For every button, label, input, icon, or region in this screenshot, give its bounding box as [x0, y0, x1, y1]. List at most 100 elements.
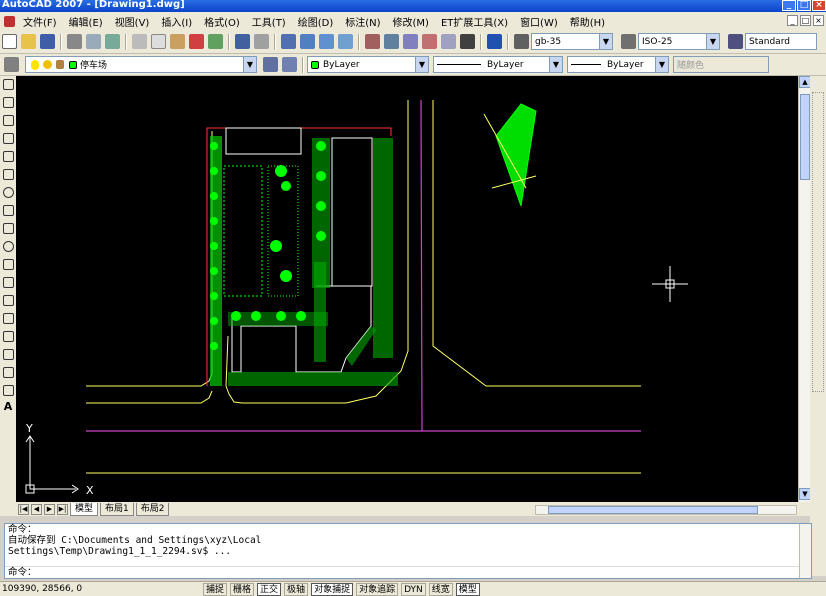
undo-icon[interactable] [235, 34, 250, 49]
tool-palettes-icon[interactable] [403, 34, 418, 49]
copy-icon[interactable] [151, 34, 166, 49]
open-file-icon[interactable] [21, 34, 36, 49]
menu-edit[interactable]: 编辑(E) [63, 14, 109, 29]
menu-window[interactable]: 窗口(W) [514, 14, 564, 29]
menu-dimension[interactable]: 标注(N) [339, 14, 386, 29]
doc-close-button[interactable]: × [813, 15, 824, 26]
chevron-down-icon[interactable]: ▼ [655, 57, 668, 72]
drawing-canvas[interactable]: Y X [16, 76, 798, 502]
app-icon[interactable] [4, 15, 15, 27]
color-select[interactable]: ByLayer ▼ [307, 56, 429, 73]
calculator-icon[interactable] [460, 34, 475, 49]
zoom-realtime-icon[interactable] [300, 34, 315, 49]
command-input[interactable]: 命令： [5, 566, 811, 578]
lineweight-toggle[interactable]: 线宽 [428, 582, 453, 596]
dyn-toggle[interactable]: DYN [401, 582, 426, 596]
markup-icon[interactable] [441, 34, 456, 49]
text-style-select[interactable]: gb-35 ▼ [531, 33, 613, 50]
print-icon[interactable] [67, 34, 82, 49]
osnap-toggle[interactable]: 对象捕捉 [311, 582, 354, 596]
chevron-down-icon[interactable]: ▼ [706, 34, 719, 49]
snap-toggle[interactable]: 捕捉 [203, 582, 228, 596]
doc-minimize-button[interactable]: _ [787, 15, 798, 26]
menu-draw[interactable]: 绘图(D) [292, 14, 340, 29]
ellipse-icon[interactable] [2, 241, 14, 252]
close-button[interactable]: × [812, 0, 826, 11]
dim-style-select[interactable]: ISO-25 ▼ [638, 33, 720, 50]
linetype-select[interactable]: ByLayer ▼ [433, 56, 563, 73]
polyline-icon[interactable] [2, 115, 14, 126]
chevron-down-icon[interactable]: ▼ [243, 57, 256, 72]
match-properties-icon[interactable] [189, 34, 204, 49]
scroll-thumb[interactable] [800, 94, 810, 180]
insert-block-icon[interactable] [2, 277, 14, 288]
next-tab-icon[interactable]: ▶ [44, 503, 55, 515]
horizontal-scrollbar[interactable] [535, 505, 797, 515]
save-icon[interactable] [40, 34, 55, 49]
tab-layout1[interactable]: 布局1 [100, 502, 134, 516]
table-style-select[interactable]: Standard [745, 33, 817, 50]
chevron-down-icon[interactable]: ▼ [415, 57, 428, 72]
print-preview-icon[interactable] [86, 34, 101, 49]
hscroll-thumb[interactable] [548, 506, 758, 514]
spline-icon[interactable] [2, 223, 14, 234]
menu-tools[interactable]: 工具(T) [246, 14, 292, 29]
multiline-text-icon[interactable]: A [4, 400, 13, 413]
polygon-icon[interactable] [2, 133, 14, 144]
layer-select[interactable]: 停车场 ▼ [25, 56, 257, 73]
lineweight-select[interactable]: ByLayer ▼ [567, 56, 669, 73]
ellipse-arc-icon[interactable] [2, 259, 14, 270]
point-icon[interactable] [2, 313, 14, 324]
make-current-icon[interactable] [263, 57, 278, 72]
region-icon[interactable] [2, 367, 14, 378]
circle-icon[interactable] [2, 187, 14, 198]
properties-icon[interactable] [365, 34, 380, 49]
table-icon[interactable] [2, 385, 14, 396]
ortho-toggle[interactable]: 正交 [257, 582, 282, 596]
otrack-toggle[interactable]: 对象追踪 [356, 582, 399, 596]
layer-previous-icon[interactable] [282, 57, 297, 72]
text-style-icon[interactable] [514, 34, 529, 49]
layer-manager-icon[interactable] [4, 57, 19, 72]
menu-file[interactable]: 文件(F) [17, 14, 63, 29]
help-icon[interactable] [487, 34, 502, 49]
command-scrollbar[interactable] [799, 524, 811, 578]
cut-icon[interactable] [132, 34, 147, 49]
menu-insert[interactable]: 插入(I) [155, 14, 198, 29]
rectangle-icon[interactable] [2, 151, 14, 162]
publish-icon[interactable] [105, 34, 120, 49]
minimize-button[interactable]: _ [782, 0, 796, 11]
new-file-icon[interactable] [2, 34, 17, 49]
zoom-previous-icon[interactable] [338, 34, 353, 49]
block-editor-icon[interactable] [208, 34, 223, 49]
chevron-down-icon[interactable]: ▼ [599, 34, 612, 49]
tab-model[interactable]: 模型 [70, 502, 99, 516]
first-tab-icon[interactable]: |◀ [18, 503, 29, 515]
doc-restore-button[interactable]: □ [800, 15, 811, 26]
zoom-window-icon[interactable] [319, 34, 334, 49]
construction-line-icon[interactable] [2, 97, 14, 108]
redo-icon[interactable] [254, 34, 269, 49]
pan-icon[interactable] [281, 34, 296, 49]
design-center-icon[interactable] [384, 34, 399, 49]
vertical-scrollbar[interactable]: ▲ ▼ [798, 76, 811, 502]
chevron-down-icon[interactable]: ▼ [549, 57, 562, 72]
sheet-set-icon[interactable] [422, 34, 437, 49]
hatch-icon[interactable] [2, 331, 14, 342]
command-window[interactable]: 命令： 自动保存到 C:\Documents and Settings\xyz\… [4, 523, 812, 579]
arc-icon[interactable] [2, 169, 14, 180]
line-icon[interactable] [2, 79, 14, 90]
menu-view[interactable]: 视图(V) [109, 14, 156, 29]
menu-help[interactable]: 帮助(H) [564, 14, 611, 29]
paste-icon[interactable] [170, 34, 185, 49]
table-style-icon[interactable] [728, 34, 743, 49]
menu-format[interactable]: 格式(O) [198, 14, 246, 29]
make-block-icon[interactable] [2, 295, 14, 306]
grid-toggle[interactable]: 栅格 [230, 582, 255, 596]
tab-layout2[interactable]: 布局2 [135, 502, 170, 516]
last-tab-icon[interactable]: ▶| [57, 503, 68, 515]
menu-express-tools[interactable]: ET扩展工具(X) [435, 14, 514, 29]
dim-style-icon[interactable] [621, 34, 636, 49]
maximize-button[interactable]: □ [797, 0, 811, 11]
prev-tab-icon[interactable]: ◀ [31, 503, 42, 515]
